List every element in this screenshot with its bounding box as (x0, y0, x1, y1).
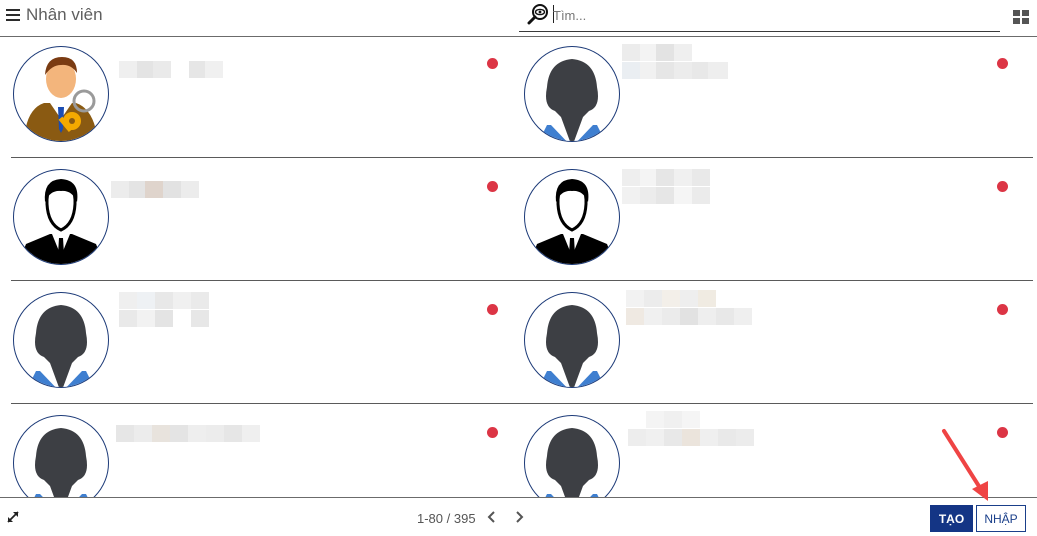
import-button[interactable]: NHẬP (976, 505, 1026, 532)
employee-name-redacted (116, 425, 260, 442)
employee-name-redacted (622, 187, 710, 204)
bottom-bar: 1-80 / 395 TẠO NHẬP (0, 497, 1037, 536)
card-divider (11, 157, 522, 158)
status-indicator-red (487, 181, 498, 192)
employee-avatar (13, 46, 109, 142)
top-bar: Nhân viên (0, 0, 1037, 37)
female-silhouette-icon (28, 428, 94, 510)
card-divider (522, 280, 1033, 281)
card-divider (522, 403, 1033, 404)
page-title: Nhân viên (26, 5, 103, 24)
employee-avatar (13, 169, 109, 265)
status-indicator-red (487, 427, 498, 438)
chevron-left-icon[interactable] (485, 509, 499, 525)
employee-avatar (524, 46, 620, 142)
employee-name-redacted (626, 290, 716, 307)
search-eye-icon (527, 4, 548, 25)
employee-card[interactable] (522, 405, 1033, 511)
employee-card[interactable] (522, 282, 1033, 404)
search-input[interactable] (553, 6, 983, 24)
chevron-right-icon[interactable] (512, 509, 526, 525)
employee-name-redacted (622, 169, 710, 186)
employee-name-redacted (111, 181, 199, 198)
manager-with-keys-icon (24, 57, 98, 141)
employee-avatar (524, 169, 620, 265)
card-divider (11, 280, 522, 281)
employee-card[interactable] (11, 36, 522, 158)
male-suit-silhouette-icon (529, 179, 615, 264)
status-indicator-red (997, 427, 1008, 438)
pager-value[interactable]: 1-80 / 395 (417, 511, 476, 526)
status-indicator-red (487, 58, 498, 69)
employee-name-redacted (119, 310, 209, 327)
employee-card[interactable] (522, 36, 1033, 158)
employee-card[interactable] (522, 159, 1033, 281)
female-silhouette-icon (539, 305, 605, 387)
employee-name-redacted (119, 292, 209, 309)
employee-card[interactable] (11, 282, 522, 404)
create-button[interactable]: TẠO (930, 505, 973, 532)
employee-name-redacted (622, 62, 728, 79)
employee-card[interactable] (11, 159, 522, 281)
employee-avatar (13, 292, 109, 388)
hamburger-menu-icon[interactable] (6, 9, 20, 21)
search-bar[interactable] (519, 2, 1000, 32)
status-indicator-red (997, 58, 1008, 69)
employee-avatar (524, 292, 620, 388)
status-indicator-red (997, 304, 1008, 315)
kanban-view-icon[interactable] (1013, 10, 1029, 24)
card-divider (522, 157, 1033, 158)
status-indicator-red (487, 304, 498, 315)
employee-name-redacted (628, 411, 700, 428)
male-suit-silhouette-icon (18, 179, 104, 264)
employee-card[interactable] (11, 405, 522, 511)
female-silhouette-icon (28, 305, 94, 387)
employee-name-redacted (622, 44, 692, 61)
employee-name-redacted (628, 429, 754, 446)
status-indicator-red (997, 181, 1008, 192)
card-divider (11, 403, 522, 404)
female-silhouette-icon (539, 428, 605, 510)
employee-name-redacted (119, 61, 223, 78)
employee-name-redacted (626, 308, 752, 325)
female-silhouette-icon (539, 59, 605, 141)
expand-icon[interactable] (6, 510, 20, 524)
